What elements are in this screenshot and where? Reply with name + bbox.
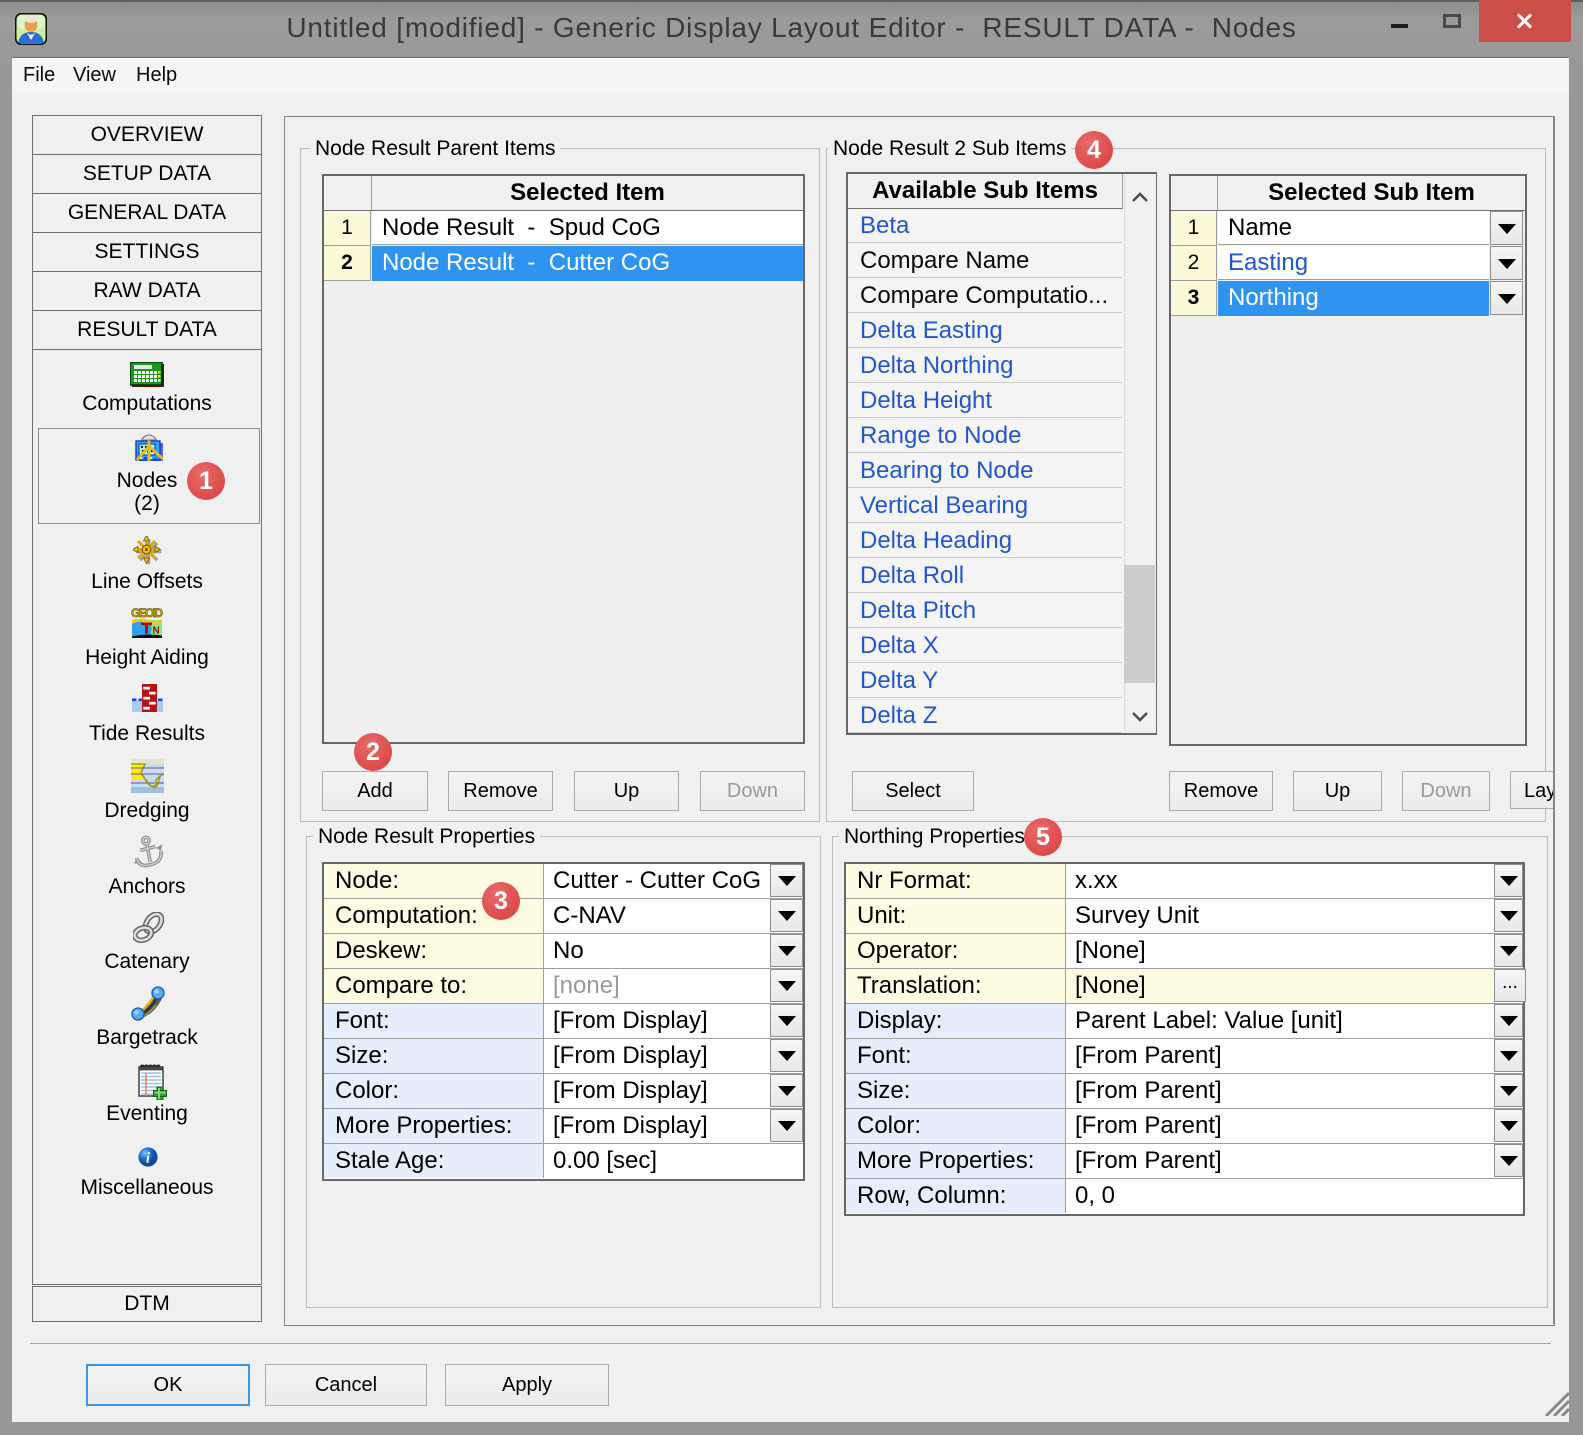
- svg-text:GEOID: GEOID: [131, 607, 163, 620]
- svg-text:N: N: [153, 626, 160, 637]
